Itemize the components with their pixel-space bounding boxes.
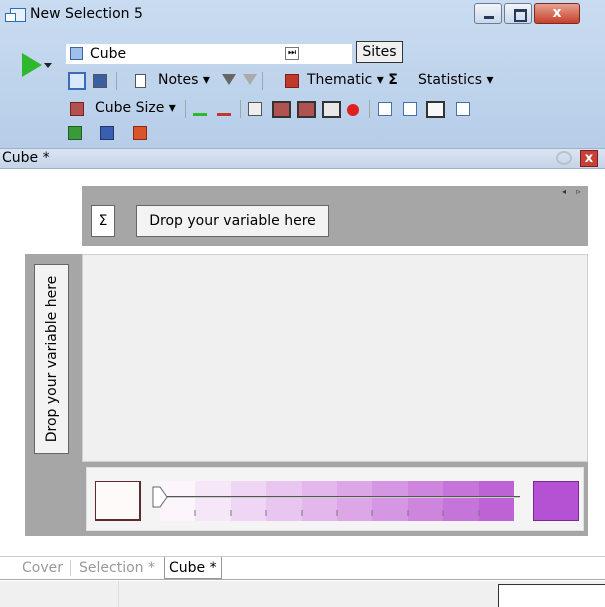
chevron-down-icon: ▾ — [202, 72, 210, 88]
chevron-down-icon: ▾ — [168, 100, 176, 116]
notes-label: Notes — [158, 72, 199, 88]
cube-size-icon[interactable] — [70, 102, 84, 116]
toolbar-separator — [185, 100, 186, 118]
statistics-label: Statistics — [418, 72, 482, 88]
pin-icon[interactable] — [556, 151, 572, 165]
label-format-icon[interactable] — [426, 101, 445, 118]
filter-icon[interactable] — [222, 74, 236, 85]
zero-format-icon[interactable] — [403, 102, 417, 116]
chevron-down-icon: ▾ — [376, 72, 384, 88]
chart-bar-icon[interactable] — [272, 101, 291, 118]
thematic-label: Thematic — [307, 72, 373, 88]
chevron-down-icon: ▾ — [486, 72, 494, 88]
jump-end-icon[interactable]: ⏭ — [285, 47, 299, 60]
run-dropdown-icon[interactable] — [44, 63, 52, 68]
notes-menu[interactable]: Notes ▾ — [158, 70, 210, 90]
toolbar-separator — [240, 100, 241, 118]
row-drop-label: Drop your variable here — [43, 275, 60, 443]
cube-panel-header — [0, 148, 605, 169]
sigma-icon: Σ — [388, 72, 398, 88]
export-powerpoint-icon[interactable] — [133, 126, 147, 140]
clear-filter-icon[interactable] — [243, 74, 257, 85]
sites-button[interactable]: Sites — [356, 41, 403, 63]
cube-grid[interactable] — [82, 254, 588, 462]
slider-thumb[interactable] — [152, 486, 168, 508]
scroll-arrows-icon[interactable]: ◂ ▹ — [562, 187, 585, 196]
status-field — [498, 584, 605, 607]
run-play-icon[interactable] — [22, 53, 42, 77]
table-icon[interactable] — [248, 102, 262, 116]
tab-separator — [70, 560, 71, 576]
cube-panel-title: Cube * — [2, 150, 50, 166]
slider-ticks — [194, 510, 480, 516]
close-icon: x — [552, 5, 562, 21]
tab-cover[interactable]: Cover — [18, 557, 67, 579]
min-color-swatch[interactable] — [95, 481, 141, 521]
record-icon[interactable] — [347, 104, 359, 116]
column-drop-target[interactable]: Drop your variable here — [136, 205, 329, 237]
toolbar-separator — [369, 100, 370, 118]
sum-variable-button[interactable]: Σ — [91, 205, 115, 237]
tab-selection[interactable]: Selection * — [75, 557, 159, 579]
add-sum-icon[interactable] — [193, 102, 207, 116]
maximize-button[interactable] — [504, 3, 532, 24]
remove-sum-icon[interactable] — [217, 102, 231, 116]
status-separator — [118, 581, 119, 607]
toolbar-separator — [262, 72, 263, 90]
cube-size-label: Cube Size — [95, 100, 165, 116]
chart-grid-icon[interactable] — [297, 101, 316, 118]
threshold-slider-track[interactable] — [164, 496, 520, 498]
select-tool-icon[interactable] — [68, 72, 86, 90]
close-panel-button[interactable]: x — [580, 150, 598, 167]
map-link-icon[interactable] — [322, 101, 341, 118]
export-excel-icon[interactable] — [68, 126, 82, 140]
tab-cube[interactable]: Cube * — [164, 557, 222, 579]
max-color-swatch[interactable] — [533, 481, 579, 521]
selection-window-icon — [5, 8, 26, 22]
statistics-menu[interactable]: Statistics ▾ — [418, 70, 493, 90]
decimals-icon[interactable] — [378, 102, 392, 116]
close-window-button[interactable]: x — [534, 3, 580, 24]
thematic-icon[interactable] — [285, 74, 299, 88]
toolbar-separator — [116, 72, 117, 90]
thematic-menu[interactable]: Thematic ▾ Σ — [307, 70, 398, 90]
cube-size-menu[interactable]: Cube Size ▾ — [95, 98, 176, 118]
cube-icon — [70, 47, 83, 60]
row-drop-target[interactable]: Drop your variable here — [34, 264, 69, 454]
window-title: New Selection 5 — [30, 6, 143, 22]
cube-name-value[interactable]: Cube — [90, 44, 126, 64]
export-word-icon[interactable] — [100, 126, 114, 140]
save-icon[interactable] — [93, 74, 107, 88]
options-icon[interactable] — [456, 102, 470, 116]
minimize-button[interactable] — [474, 3, 502, 24]
notes-icon[interactable] — [135, 74, 146, 88]
